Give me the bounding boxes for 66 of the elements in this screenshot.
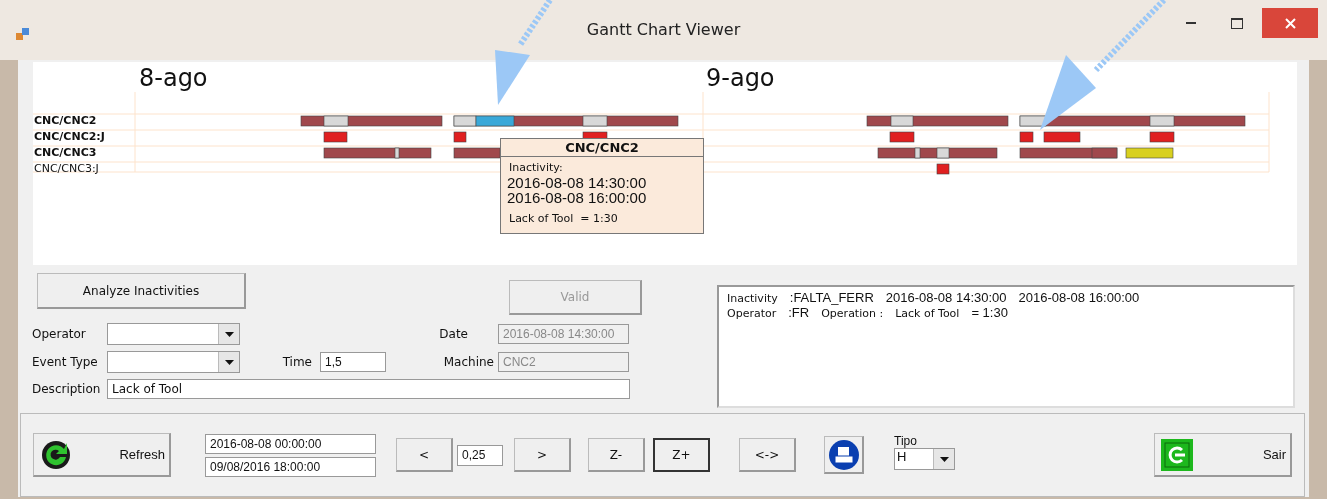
description-field[interactable]: Lack of Tool: [107, 379, 630, 399]
tooltip-title: CNC/CNC2: [501, 139, 703, 157]
nav-button[interactable]: Z-: [588, 438, 645, 472]
refresh-button[interactable]: Refresh: [33, 433, 171, 477]
row-label: CNC/CNC2:J: [34, 131, 105, 143]
gantt-bar: [889, 131, 915, 143]
log-value: :FALTA_FERR: [789, 290, 874, 305]
print-button[interactable]: [824, 436, 864, 474]
minimize-icon: [1186, 22, 1196, 24]
close-icon: [1284, 17, 1296, 29]
tooltip-heading: Inactivity:: [508, 160, 564, 175]
nav-button[interactable]: Z+: [653, 438, 710, 472]
operator-label: Operator: [32, 327, 87, 341]
date-label: 9-ago: [706, 64, 775, 92]
end-date-field[interactable]: 09/08/2016 18:00:00: [205, 456, 376, 477]
exit-button[interactable]: Sair: [1154, 433, 1292, 477]
gantt-bar: [453, 131, 467, 143]
row-label: CNC/CNC2: [34, 115, 97, 127]
gantt-bar: [1149, 131, 1175, 143]
operator-dropdown[interactable]: [107, 323, 240, 345]
gantt-bar: [936, 163, 950, 175]
log-value: = 1:30: [971, 305, 1008, 320]
close-button[interactable]: [1262, 8, 1318, 38]
event-type-dropdown[interactable]: [107, 351, 240, 373]
row-label: CNC/CNC3:J: [34, 163, 99, 175]
log-label: Lack of Tool: [895, 307, 960, 320]
gantt-bar: [453, 147, 501, 159]
tipo-label: Tipo: [894, 434, 918, 448]
time-label: Time: [281, 355, 313, 369]
event-type-label: Event Type: [32, 355, 99, 369]
log-label: Inactivity: [727, 292, 778, 305]
machine-label: Machine: [442, 355, 495, 369]
nav-button[interactable]: >: [514, 438, 571, 472]
log-value: :FR: [788, 305, 810, 320]
tooltip-end: 2016-08-08 16:00:00: [506, 190, 648, 205]
step-field[interactable]: 0,25: [457, 444, 503, 466]
tooltip-start: 2016-08-08 14:30:00: [506, 175, 648, 190]
row-label: CNC/CNC3: [34, 147, 97, 159]
caret-icon: [224, 331, 234, 337]
log-value: 2016-08-08 14:30:00: [885, 290, 1007, 305]
nav-button[interactable]: <->: [739, 438, 796, 472]
date-label: Date: [438, 327, 469, 341]
analyze-inactivities-button[interactable]: Analyze Inactivities: [37, 273, 246, 309]
refresh-icon: [40, 438, 72, 471]
window-title: Gantt Chart Viewer: [586, 20, 741, 39]
log-label: Operation :: [821, 307, 884, 320]
caret-icon: [939, 456, 949, 462]
tooltip-reason: Lack of Tool = 1:30: [508, 211, 619, 226]
description-label: Description: [32, 382, 102, 396]
maximize-icon: [1231, 17, 1243, 29]
start-date-field[interactable]: 2016-08-08 00:00:00: [205, 433, 376, 454]
app-icon: [16, 27, 30, 41]
printer-icon: [827, 438, 860, 471]
gantt-bar: [1125, 147, 1174, 159]
date-label: 8-ago: [139, 64, 208, 92]
log-value: 2016-08-08 16:00:00: [1018, 290, 1140, 305]
log-label: Operator: [727, 307, 777, 320]
tipo-dropdown[interactable]: H: [894, 448, 955, 470]
time-field[interactable]: 1,5: [320, 352, 386, 372]
gantt-bar: [323, 131, 348, 143]
exit-icon: [1161, 438, 1193, 471]
gantt-bar: [1019, 131, 1034, 143]
gantt-bar: [1043, 131, 1081, 143]
nav-button[interactable]: <: [396, 438, 453, 472]
caret-icon: [224, 359, 234, 365]
tipo-value: H: [896, 449, 907, 466]
